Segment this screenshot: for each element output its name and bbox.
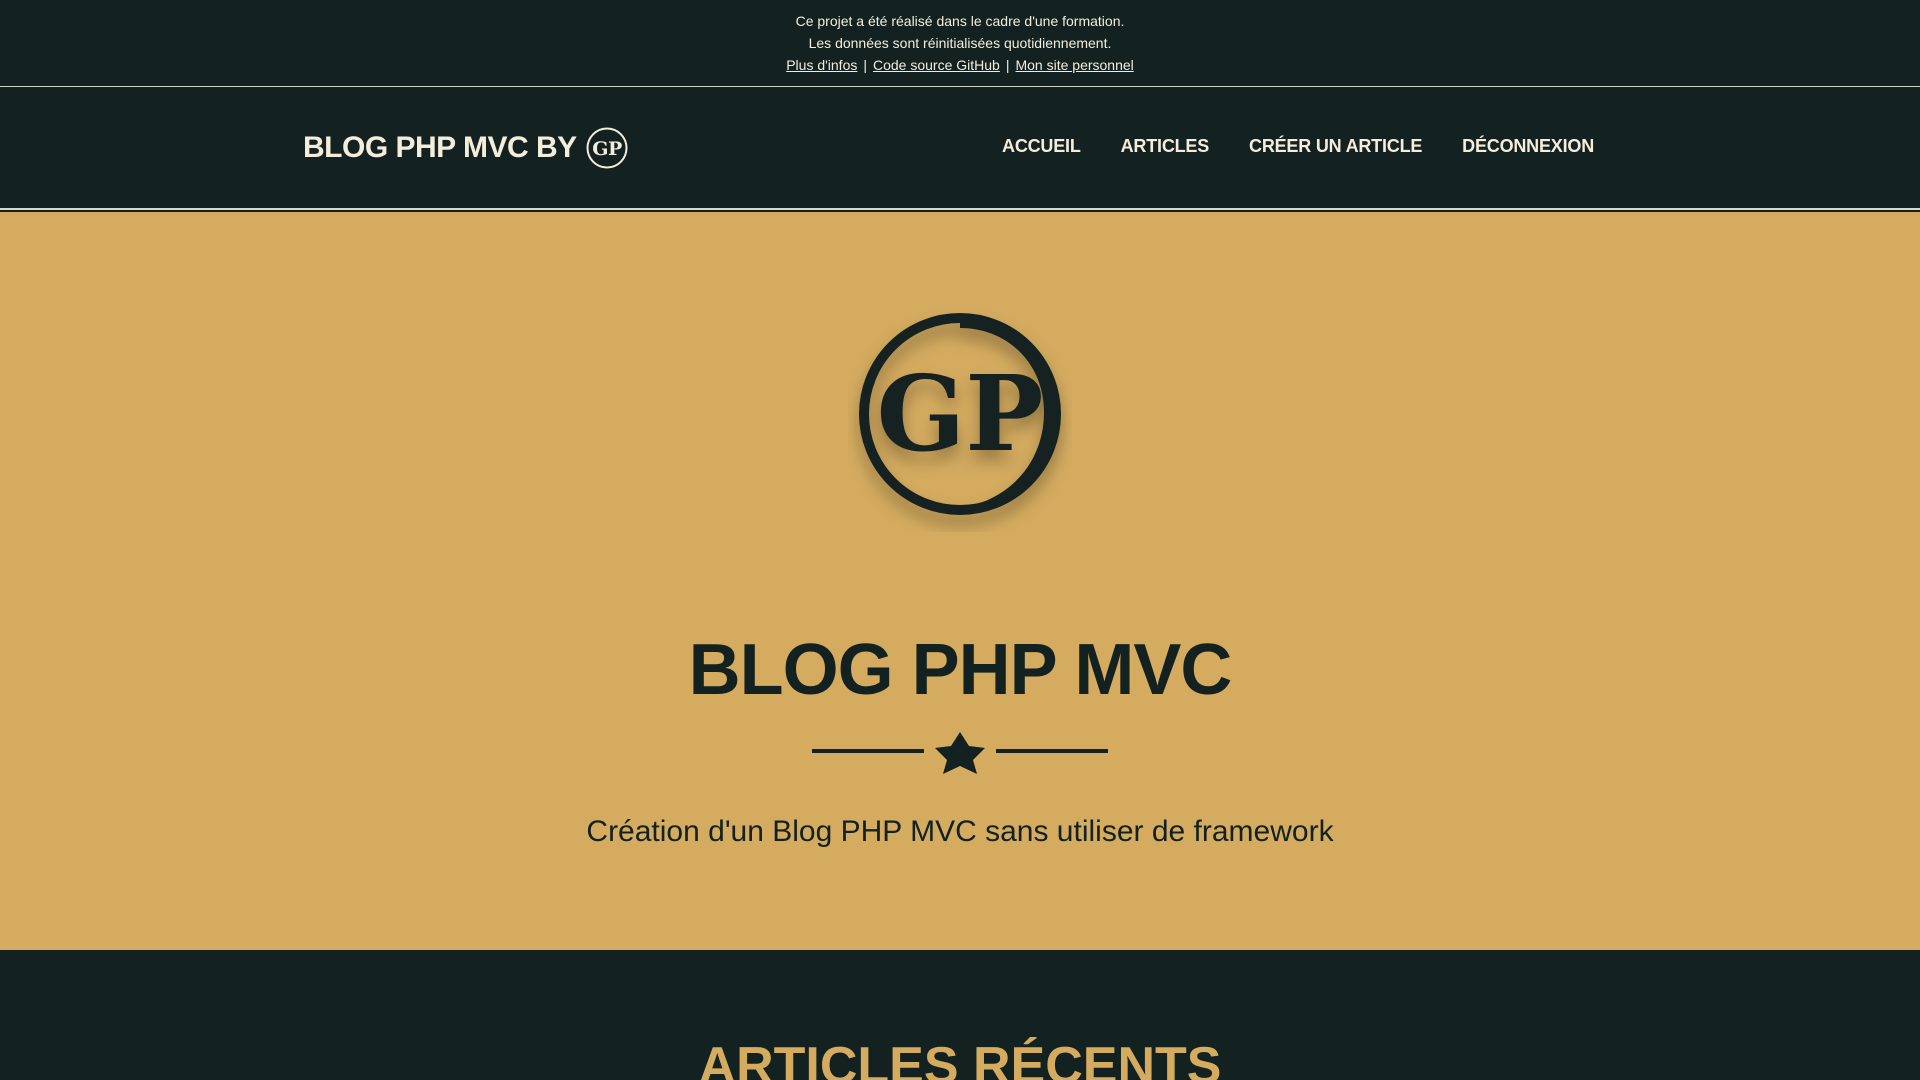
link-separator: | bbox=[1005, 57, 1010, 73]
info-banner-line2: Les données sont réinitialisées quotidie… bbox=[808, 35, 1112, 51]
nav-link-articles[interactable]: ARTICLES bbox=[1121, 136, 1210, 157]
nav-link-logout[interactable]: DÉCONNEXION bbox=[1462, 136, 1594, 157]
navbar: BLOG PHP MVC BY GP ACCUEIL ARTICLES CRÉE… bbox=[0, 88, 1920, 210]
info-banner-links: Plus d'infos | Code source GitHub | Mon site… bbox=[0, 54, 1920, 76]
nav-link-accueil[interactable]: ACCUEIL bbox=[1002, 136, 1081, 157]
hero-logo-text: GP bbox=[876, 352, 1043, 475]
nav-links: ACCUEIL ARTICLES CRÉER UN ARTICLE DÉCONN… bbox=[962, 136, 1594, 157]
star-icon bbox=[935, 732, 985, 774]
gp-hero-logo-icon: GP bbox=[859, 313, 1061, 515]
recent-articles-section: ARTICLES RÉCENTS bbox=[0, 950, 1920, 1080]
hero-subtitle: Création d'un Blog PHP MVC sans utiliser… bbox=[586, 815, 1334, 848]
info-banner-line1: Ce projet a été réalisé dans le cadre d'… bbox=[795, 13, 1125, 29]
github-source-link[interactable]: Code source GitHub bbox=[873, 57, 1000, 73]
nav-link-create-article[interactable]: CRÉER UN ARTICLE bbox=[1249, 136, 1422, 157]
personal-site-link[interactable]: Mon site personnel bbox=[1015, 57, 1133, 73]
gp-logo-icon: GP bbox=[586, 127, 628, 169]
brand-text: BLOG PHP MVC BY bbox=[303, 131, 577, 164]
hero-section: GP BLOG PHP MVC Création d'un Blog PHP M… bbox=[0, 212, 1920, 950]
more-info-link[interactable]: Plus d'infos bbox=[786, 57, 857, 73]
hero-title: BLOG PHP MVC bbox=[688, 630, 1233, 710]
brand-logo-text: GP bbox=[592, 138, 622, 160]
link-separator: | bbox=[863, 57, 867, 73]
recent-articles-title: ARTICLES RÉCENTS bbox=[698, 1037, 1222, 1080]
info-banner: Ce projet a été réalisé dans le cadre d'… bbox=[0, 0, 1920, 87]
brand-link[interactable]: BLOG PHP MVC BY GP bbox=[303, 122, 629, 174]
hero-divider bbox=[812, 732, 1108, 774]
